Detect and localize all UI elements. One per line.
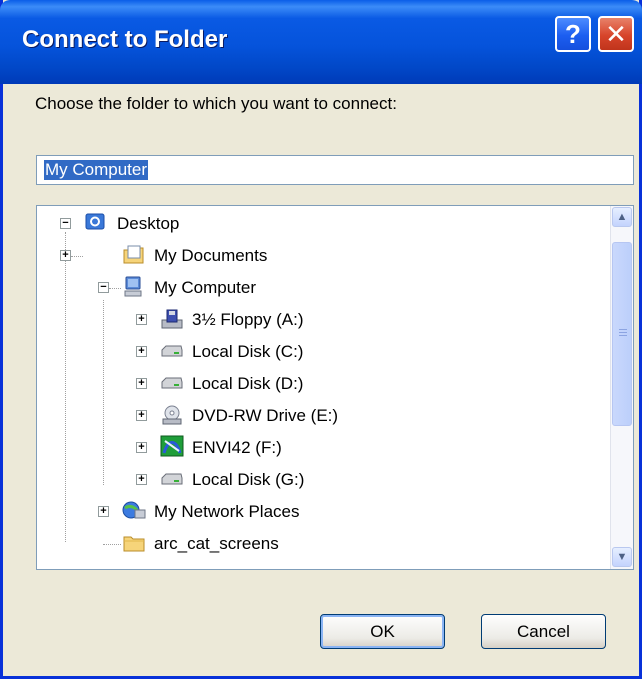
tree-node-label: arc_cat_screens [154,534,279,553]
computer-icon [124,276,142,297]
tree-node-my-computer[interactable]: − My Computer [37,274,337,302]
tree-node-label: ENVI42 (F:) [192,438,282,457]
folder-tree[interactable]: − Desktop + My Documents − My Computer +… [36,205,634,570]
scroll-up-button[interactable]: ▲ [612,207,632,227]
expand-icon[interactable]: + [60,250,71,261]
grip-icon [619,335,627,336]
help-button[interactable]: ? [555,16,591,52]
tree-node-envi42-f[interactable]: + ENVI42 (F:) [37,434,337,462]
documents-folder-icon [123,245,144,264]
grip-icon [619,332,627,333]
instruction-text: Choose the folder to which you want to c… [35,94,397,113]
help-icon: ? [565,18,581,49]
tree-node-local-disk-d[interactable]: + Local Disk (D:) [37,370,337,398]
expand-icon[interactable]: + [136,314,147,325]
expand-icon[interactable]: + [136,378,147,389]
tree-node-label: Local Disk (C:) [192,342,304,361]
tree-node-label: DVD-RW Drive (E:) [192,406,339,425]
close-icon: ✕ [605,18,627,49]
cd-volume-icon [160,435,184,457]
collapse-icon[interactable]: − [60,218,71,229]
folder-path-selected-text: My Computer [44,160,149,180]
tree-node-arc-cat-screens[interactable]: arc_cat_screens [37,530,337,558]
desktop-icon [85,213,105,230]
tree-node-my-documents[interactable]: + My Documents [37,242,337,270]
close-button[interactable]: ✕ [598,16,634,52]
ok-button[interactable]: OK [320,614,445,649]
expand-icon[interactable]: + [136,346,147,357]
tree-node-local-disk-g[interactable]: + Local Disk (G:) [37,466,337,494]
grip-icon [619,329,627,330]
tree-node-my-network-places[interactable]: + My Network Places [37,498,377,526]
tree-line [103,544,121,545]
connect-to-folder-dialog: Connect to Folder ? ✕ Choose the folder … [0,0,642,679]
tree-node-label: 3½ Floppy (A:) [192,310,304,329]
dialog-title: Connect to Folder [22,26,228,53]
expand-icon[interactable]: + [136,474,147,485]
tree-node-label: Local Disk (G:) [192,470,305,489]
floppy-drive-icon [161,309,183,329]
tree-node-floppy-a[interactable]: + 3½ Floppy (A:) [37,306,337,334]
tree-node-label: My Computer [154,278,257,297]
folder-icon [123,536,145,552]
tree-node-desktop[interactable]: − Desktop [37,210,337,238]
chevron-up-icon: ▲ [616,211,628,223]
tree-node-dvd-e[interactable]: + DVD-RW Drive (E:) [37,402,339,430]
expand-icon[interactable]: + [98,506,109,517]
title-bar[interactable]: Connect to Folder ? ✕ [0,0,642,84]
cancel-button[interactable]: Cancel [481,614,606,649]
hard-disk-icon [161,345,183,357]
tree-node-label: My Network Places [154,502,300,521]
network-places-icon [122,501,146,519]
scroll-down-button[interactable]: ▼ [612,547,632,567]
tree-line [109,288,121,289]
chevron-down-icon: ▼ [616,551,628,563]
dvd-drive-icon [162,405,182,425]
expand-icon[interactable]: + [136,410,147,421]
hard-disk-icon [161,473,183,485]
vertical-scrollbar[interactable]: ▲ ▼ [610,206,633,569]
tree-node-label: Desktop [117,214,180,233]
tree-node-label: Local Disk (D:) [192,374,304,393]
tree-line [71,256,83,257]
tree-node-label: My Documents [154,246,268,265]
hard-disk-icon [161,377,183,389]
scroll-thumb[interactable] [612,242,632,426]
folder-path-input[interactable]: My Computer [36,155,634,185]
collapse-icon[interactable]: − [98,282,109,293]
tree-node-local-disk-c[interactable]: + Local Disk (C:) [37,338,337,366]
expand-icon[interactable]: + [136,442,147,453]
